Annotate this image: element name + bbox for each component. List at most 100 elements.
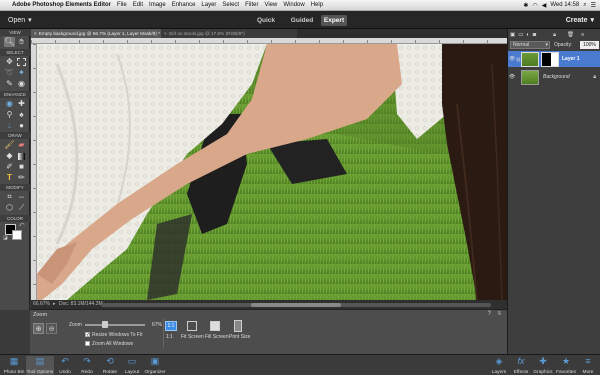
- panel-menu-icon[interactable]: ≡: [581, 32, 584, 38]
- eye-icon[interactable]: ◉: [16, 79, 27, 89]
- shape-tool-icon[interactable]: ■: [16, 162, 27, 172]
- tab-empty-background[interactable]: × Empty background.jpg @ 66.7% (Layer 1,…: [31, 29, 165, 38]
- zoom-value[interactable]: 67%: [152, 322, 162, 328]
- menu-list-icon[interactable]: ☰: [591, 2, 596, 9]
- redo-button[interactable]: ↷ Redo: [78, 356, 96, 375]
- pencil-tool-icon[interactable]: ✏︎: [16, 173, 27, 183]
- menu-edit[interactable]: Edit: [130, 2, 146, 8]
- tool-options-button[interactable]: ▤ Tool Options: [26, 356, 54, 375]
- help-icon[interactable]: ?: [488, 311, 491, 317]
- search-icon[interactable]: ⌕: [583, 2, 586, 9]
- one-to-one-button[interactable]: 1:1: [166, 334, 173, 340]
- zoom-tool-icon[interactable]: 🔍︎: [4, 37, 15, 47]
- layer-row-layer-1[interactable]: 👁︎ ⛓︎ Layer 1: [508, 51, 600, 67]
- zoom-in-icon[interactable]: ⊕: [33, 323, 44, 334]
- wifi-icon[interactable]: ◠: [532, 2, 537, 9]
- trash-icon[interactable]: 🗑︎: [567, 32, 574, 38]
- mode-expert[interactable]: Expert: [321, 15, 347, 26]
- menu-view[interactable]: View: [261, 2, 280, 8]
- tab-girl-on-stools[interactable]: × Girl on stools.jpg @ 17.6% (RGB/8*): [161, 29, 297, 38]
- marquee-tool-icon[interactable]: [16, 57, 27, 67]
- eraser-tool-icon[interactable]: ▰: [16, 140, 27, 150]
- menu-help[interactable]: Help: [308, 2, 326, 8]
- graphics-button[interactable]: ✚ Graphics: [532, 356, 554, 375]
- rotate-button[interactable]: ⟲ Rotate: [99, 356, 121, 375]
- layout-button[interactable]: ▭ Layout: [122, 356, 142, 375]
- blend-mode-select[interactable]: Normal ▾: [510, 41, 550, 49]
- horizontal-scrollbar[interactable]: [101, 303, 491, 307]
- zoom-readout[interactable]: 66.67%: [33, 301, 50, 307]
- layers-button[interactable]: ◈ Layers: [490, 356, 508, 375]
- red-eye-icon[interactable]: ◉: [4, 99, 15, 109]
- blur-tool-icon[interactable]: ♠: [16, 110, 27, 120]
- hand-tool-icon[interactable]: ✋︎: [16, 37, 27, 47]
- open-button[interactable]: Open ▾: [4, 14, 36, 26]
- layer-row-background[interactable]: 👁︎ Background 🔒︎: [508, 69, 600, 85]
- mode-quick[interactable]: Quick: [249, 15, 283, 26]
- app-name-menu[interactable]: Adobe Photoshop Elements Editor: [9, 2, 114, 8]
- panel-menu-icon[interactable]: ≡: [497, 311, 501, 317]
- crop-tool-icon[interactable]: ⌗: [4, 192, 15, 202]
- zoom-out-icon[interactable]: ⊖: [46, 323, 57, 334]
- menu-file[interactable]: File: [114, 2, 130, 8]
- volume-icon[interactable]: ◀: [542, 2, 547, 9]
- spot-healing-icon[interactable]: ✚: [16, 99, 27, 109]
- photo-bin-button[interactable]: ▦ Photo Bin: [3, 356, 25, 375]
- resize-windows-checkbox[interactable]: ✓: [85, 332, 90, 338]
- paint-bucket-icon[interactable]: ◆: [4, 151, 15, 161]
- brush-tool-icon[interactable]: 🖌︎: [4, 140, 15, 150]
- menu-enhance[interactable]: Enhance: [169, 2, 199, 8]
- fit-screen-button[interactable]: Fit Screen: [181, 334, 204, 340]
- recompose-tool-icon[interactable]: ⇔: [16, 192, 27, 202]
- fit-screen-icon[interactable]: [187, 321, 197, 331]
- lock-icon[interactable]: 🔒︎: [553, 32, 556, 39]
- zoom-all-windows-checkbox[interactable]: [85, 341, 90, 346]
- type-tool-icon[interactable]: T: [4, 173, 15, 183]
- status-arrow-icon[interactable]: ▸: [53, 301, 56, 307]
- menu-filter[interactable]: Filter: [242, 2, 261, 8]
- lasso-tool-icon[interactable]: ➰: [4, 68, 15, 78]
- visibility-eye-icon[interactable]: 👁︎: [508, 74, 516, 80]
- opacity-input[interactable]: 100%: [580, 41, 599, 49]
- visibility-eye-icon[interactable]: 👁︎: [508, 56, 516, 62]
- menu-select[interactable]: Select: [219, 2, 242, 8]
- content-aware-move-icon[interactable]: ⬡: [4, 203, 15, 213]
- zoom-slider[interactable]: [85, 321, 145, 328]
- create-button[interactable]: Create ▾: [566, 14, 594, 26]
- actual-pixels-icon[interactable]: 1:1: [165, 321, 177, 331]
- scroll-thumb[interactable]: [251, 303, 341, 307]
- mode-guided[interactable]: Guided: [285, 15, 319, 26]
- close-icon[interactable]: ×: [34, 31, 37, 36]
- gradient-tool-icon[interactable]: [16, 151, 27, 161]
- new-layer-icon[interactable]: ▣: [510, 32, 515, 38]
- undo-button[interactable]: ↶ Undo: [56, 356, 74, 375]
- swap-colors-icon[interactable]: ⤺: [19, 222, 24, 228]
- new-group-icon[interactable]: ▭: [518, 32, 523, 38]
- menu-window[interactable]: Window: [280, 2, 307, 8]
- close-icon[interactable]: ×: [164, 31, 167, 36]
- quick-selection-icon[interactable]: ✎: [4, 79, 15, 89]
- move-tool-icon[interactable]: ✥: [4, 57, 15, 67]
- menu-image[interactable]: Image: [146, 2, 169, 8]
- background-color-swatch[interactable]: [12, 230, 22, 240]
- default-colors-icon[interactable]: ◪: [3, 235, 8, 241]
- clock[interactable]: Wed 14:58: [550, 2, 579, 8]
- print-size-button[interactable]: Print Size: [229, 334, 250, 340]
- sponge-tool-icon[interactable]: 💧︎: [4, 121, 15, 131]
- print-size-icon[interactable]: [234, 320, 242, 332]
- menu-layer[interactable]: Layer: [198, 2, 219, 8]
- zoom-slider-knob[interactable]: [101, 321, 108, 328]
- adjustment-layer-icon[interactable]: ◐: [526, 32, 529, 38]
- more-button[interactable]: ≡ More: [579, 356, 597, 375]
- magic-wand-icon[interactable]: ✦: [16, 68, 27, 78]
- layer-mask-icon[interactable]: ◙: [533, 32, 536, 38]
- dodge-tool-icon[interactable]: ●: [16, 121, 27, 131]
- fill-screen-button[interactable]: Fill Screen: [205, 334, 229, 340]
- image-canvas[interactable]: [37, 44, 507, 300]
- favorites-button[interactable]: ★ Favorites: [555, 356, 577, 375]
- bluetooth-icon[interactable]: ✱: [523, 2, 528, 9]
- fill-screen-icon[interactable]: [210, 321, 220, 331]
- straighten-tool-icon[interactable]: ⟋: [16, 203, 27, 213]
- organizer-button[interactable]: ▣ Organizer: [143, 356, 167, 375]
- eyedropper-icon[interactable]: ✐: [4, 162, 15, 172]
